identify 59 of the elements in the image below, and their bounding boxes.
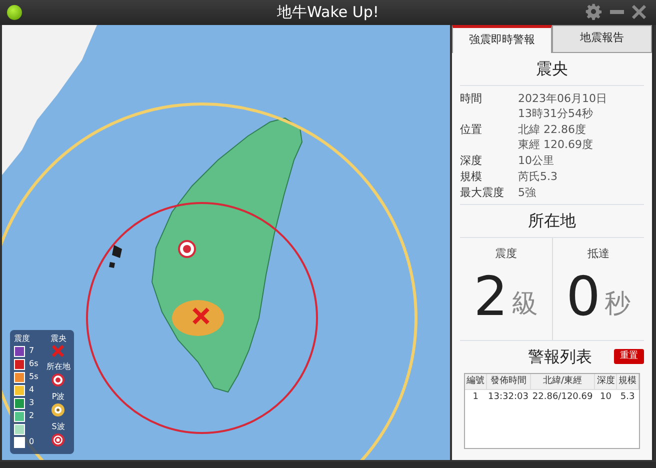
stat-label: 震度 [494, 246, 517, 262]
field-label: 最大震度 [460, 184, 505, 200]
table-cell: 1 [465, 390, 486, 406]
section-heading: 警報列表 [528, 346, 592, 368]
stat-label: 抵達 [587, 246, 610, 262]
field-value: 13時31分54秒 [518, 106, 594, 120]
field-value: 北緯 22.86度 [518, 122, 587, 136]
legend-heading: 震度 [14, 332, 30, 345]
section-heading: 震央 [460, 52, 644, 86]
location-marker-icon [51, 373, 66, 387]
legend-label: 震央 [50, 332, 66, 345]
field-label: 規模 [460, 168, 483, 184]
table-cell: 13:32:03 [486, 390, 530, 406]
stat-value: 2 [474, 270, 508, 324]
field-value: 5強 [518, 184, 536, 200]
field-label: 時間 [460, 90, 483, 106]
settings-icon[interactable] [585, 3, 602, 20]
intensity-label: 3 [29, 397, 34, 410]
epicenter-icon [192, 307, 210, 325]
section-heading: 所在地 [460, 204, 644, 238]
reset-button[interactable]: 重置 [614, 348, 644, 364]
tab[interactable]: 地震報告 [552, 25, 652, 52]
legend-label: 所在地 [46, 361, 70, 373]
island-drawing [109, 245, 122, 268]
s-wave-icon [51, 433, 66, 447]
legend-label: P波 [52, 391, 65, 403]
intensity-label: 6s [29, 358, 38, 370]
minimize-icon[interactable] [610, 10, 624, 14]
intensity-label: 5s [29, 371, 38, 384]
column-header: 發佈時間 [486, 374, 530, 390]
field-label: 深度 [460, 152, 483, 168]
intensity-label: 7 [29, 345, 34, 358]
intensity-label: 2 [29, 410, 34, 422]
field-label: 位置 [460, 122, 483, 138]
intensity-label: 4 [29, 384, 34, 396]
location-marker-icon [178, 240, 196, 258]
close-icon[interactable] [632, 4, 646, 18]
stat-value: 0 [566, 270, 600, 324]
unit-label: 級 [512, 288, 538, 321]
field-value: 10公里 [518, 152, 554, 168]
field-value: 2023年06月10日 [518, 90, 607, 106]
table-cell: 22.86/120.69 [530, 390, 595, 406]
column-header: 規模 [616, 374, 638, 390]
shaking-area-drawing [172, 300, 224, 336]
table-cell: 5.3 [616, 390, 638, 406]
intensity-label: 0 [29, 436, 34, 448]
table-cell: 10 [594, 390, 617, 406]
field-value: 芮氏5.3 [518, 168, 558, 184]
column-header: 深度 [594, 374, 617, 390]
status-light-icon [7, 5, 22, 20]
field-value: 東經 120.69度 [518, 136, 593, 152]
p-wave-icon [51, 403, 66, 417]
tab[interactable]: 強震即時警報 [452, 25, 552, 52]
column-header: 編號 [465, 374, 486, 390]
column-header: 北緯/東經 [530, 374, 595, 390]
unit-label: 秒 [604, 288, 630, 321]
window-title: 地牛Wake Up! [277, 2, 379, 23]
legend-label: S波 [52, 421, 65, 433]
epicenter-icon [52, 344, 64, 357]
